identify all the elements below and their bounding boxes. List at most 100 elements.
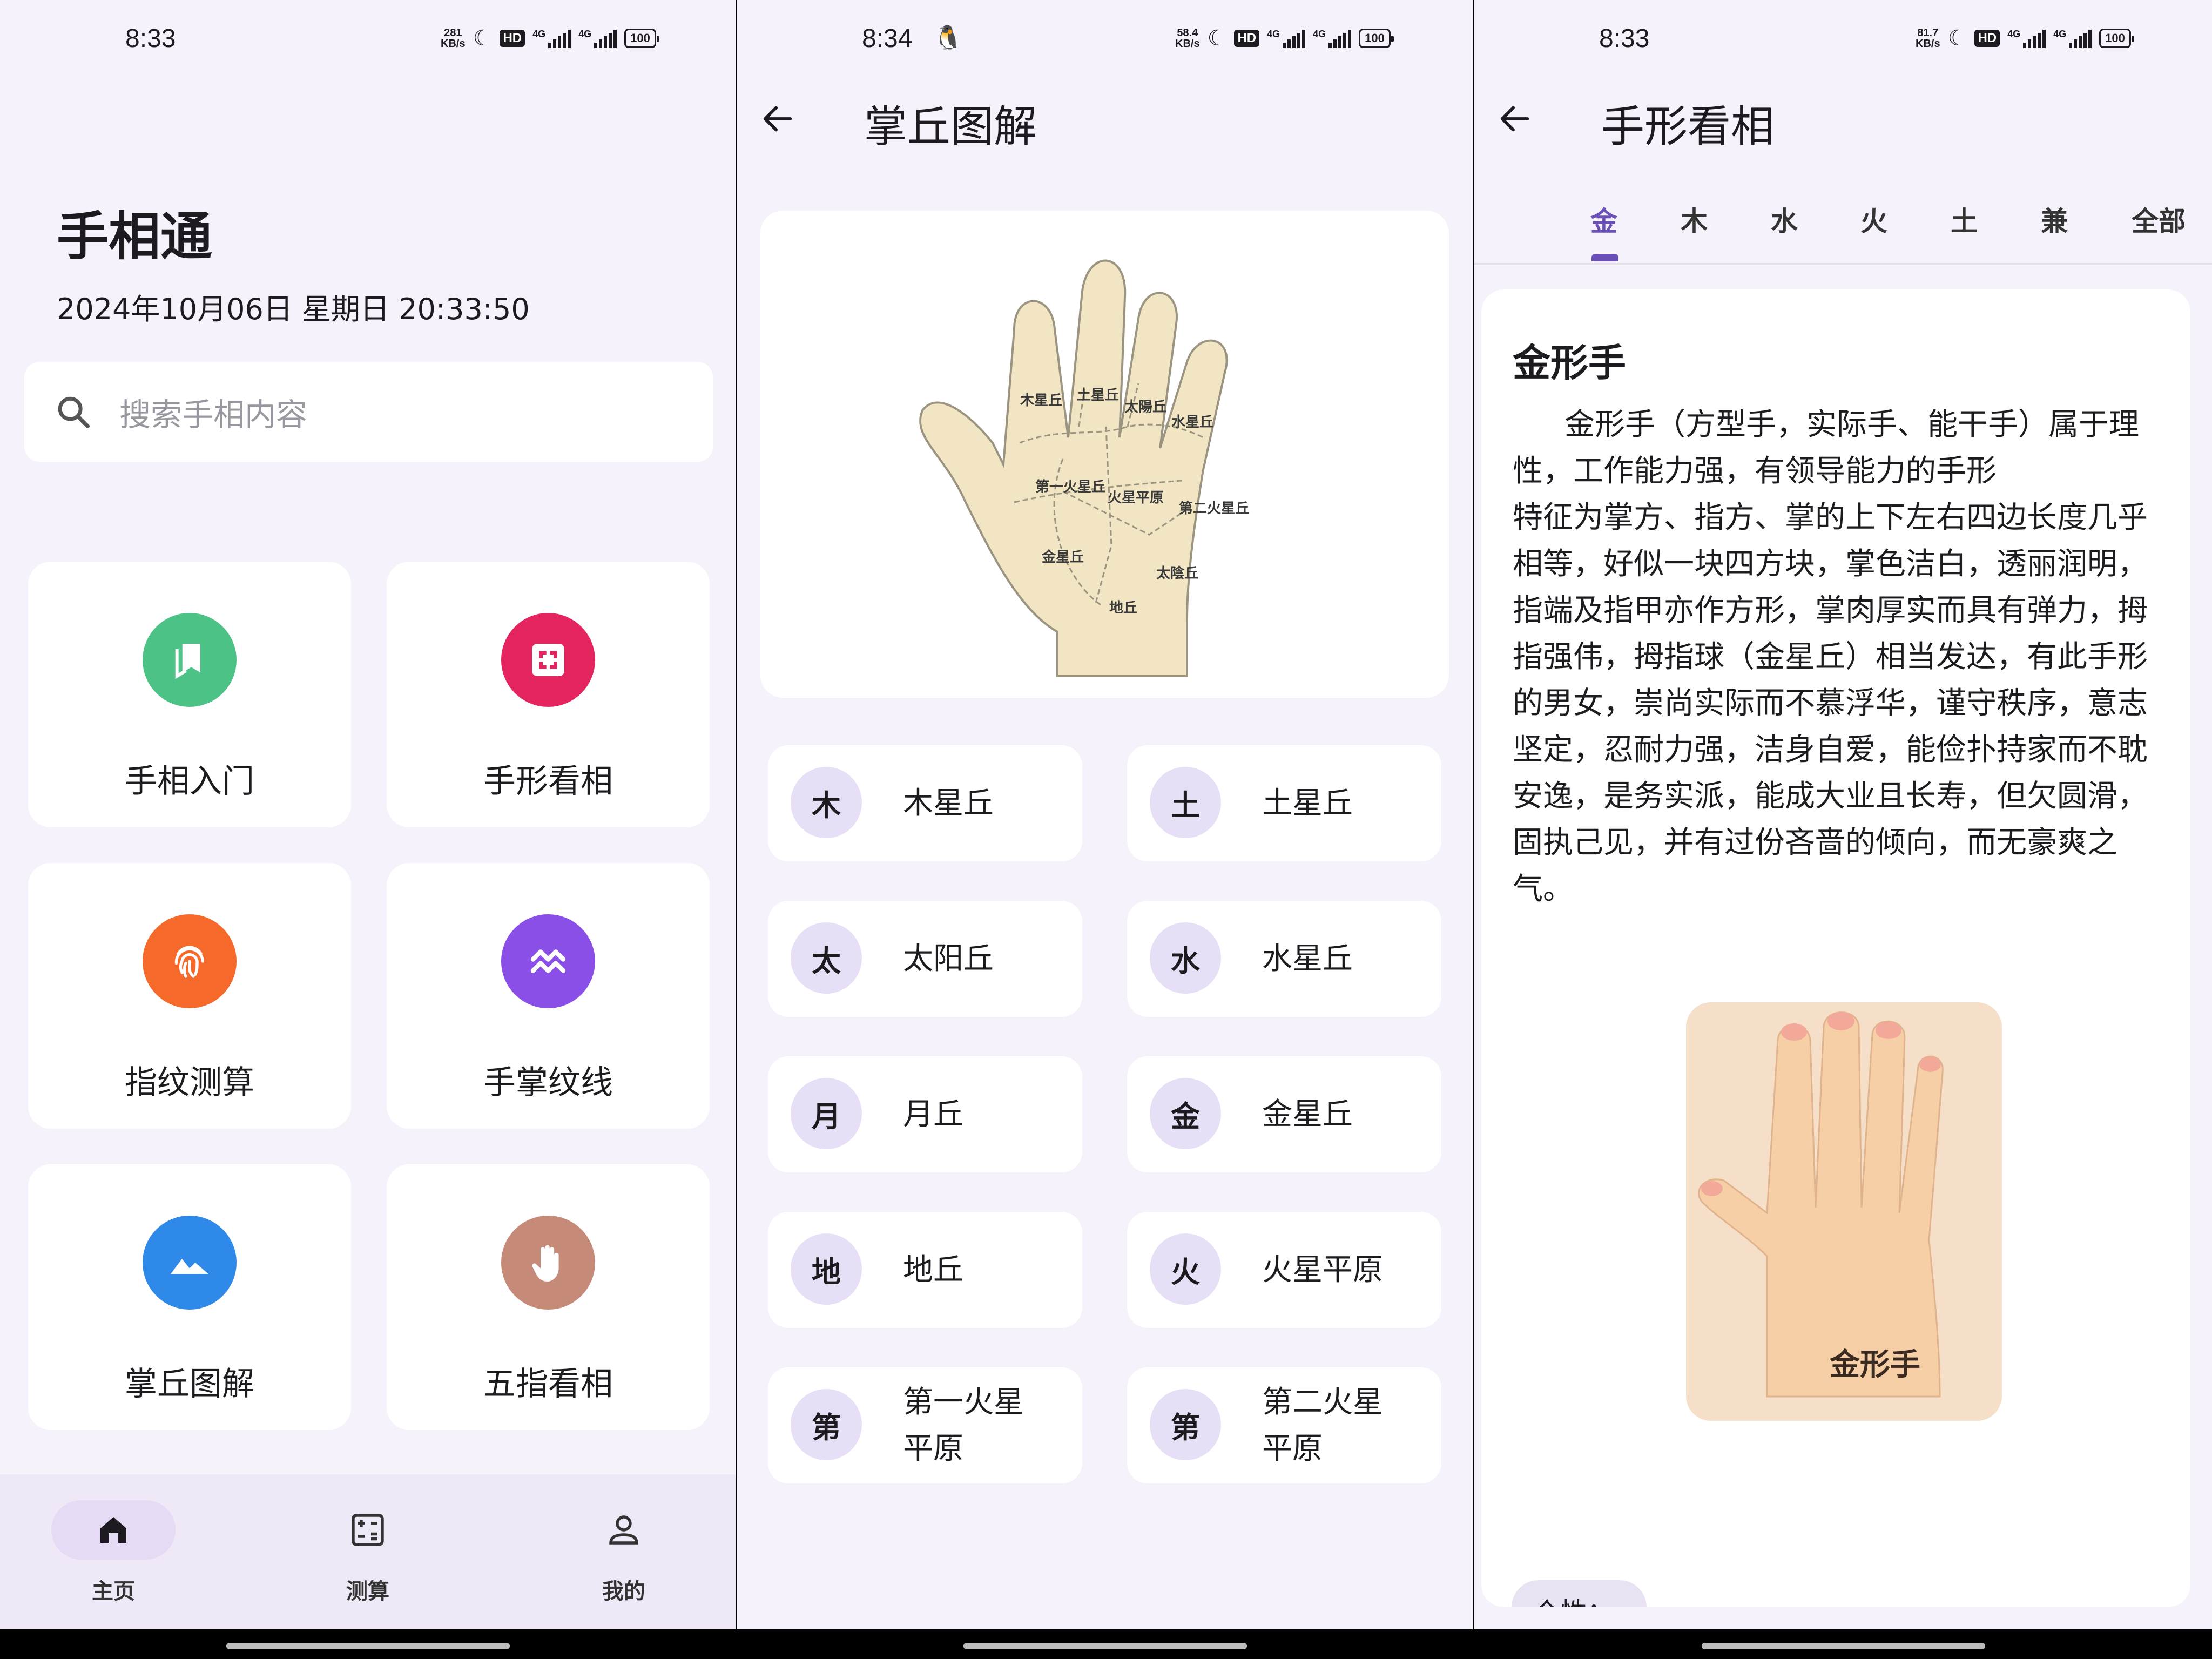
moon-icon: ☾ <box>1947 26 1967 50</box>
tab-water[interactable]: 水 <box>1771 200 1798 239</box>
card-five-fingers[interactable]: 五指看相 <box>387 1164 710 1430</box>
moon-icon: ☾ <box>1207 26 1227 50</box>
status-icons: 58.4 KB/s ☾ HD 4G 4G 100 <box>1175 26 1394 51</box>
mount-name: 第一火星平原 <box>903 1384 1024 1466</box>
trait-chip: 个性： <box>1512 1580 1647 1607</box>
card-hand-shape[interactable]: 手形看相 <box>387 562 710 827</box>
mount-item-jupiter[interactable]: 木 木星丘 <box>768 745 1082 861</box>
mount-item-second-mars-plain[interactable]: 第第二火星平原 <box>1127 1367 1441 1483</box>
diagram-label: 太陽丘 <box>1124 399 1166 415</box>
zigzag-icon <box>530 949 566 973</box>
mount-avatar: 土 <box>1150 767 1221 838</box>
tab-mixed[interactable]: 兼 <box>2041 200 2068 239</box>
home-indicator[interactable] <box>1701 1643 1985 1649</box>
search-icon <box>58 396 90 428</box>
mount-avatar: 木 <box>791 767 862 838</box>
tab-wood[interactable]: 木 <box>1681 200 1708 239</box>
mount-avatar: 火 <box>1150 1233 1221 1305</box>
article-paragraph: 金形手（方型手，实际手、能干手）属于理性，工作能力强，有领导能力的手形 <box>1513 407 2139 489</box>
nav-pill <box>306 1500 430 1560</box>
diagram-label: 木星丘 <box>1020 393 1062 409</box>
gesture-bar <box>1474 1629 2212 1659</box>
card-palm-lines[interactable]: 手掌纹线 <box>387 863 710 1129</box>
tab-all[interactable]: 全部 <box>2132 200 2186 239</box>
diagram-label: 第一火星丘 <box>1035 478 1105 495</box>
diagram-label: 地丘 <box>1109 600 1137 616</box>
card-mount-diagram[interactable]: 掌丘图解 <box>28 1164 351 1430</box>
back-button[interactable] <box>756 97 799 140</box>
nav-home[interactable]: 主页 <box>49 1500 178 1608</box>
mount-item-first-mars-plain[interactable]: 第第一火星平原 <box>768 1367 1082 1483</box>
page-title: 手形看相 <box>1601 102 1774 152</box>
network-speed: 58.4 KB/s <box>1175 27 1200 50</box>
mount-avatar: 地 <box>791 1233 862 1305</box>
fingerprint-icon <box>174 946 205 978</box>
article-card: 金形手 金形手（方型手，实际手、能干手）属于理性，工作能力强，有领导能力的手形 … <box>1481 289 2190 1607</box>
tab-metal[interactable]: 金 <box>1590 200 1617 239</box>
home-indicator[interactable] <box>226 1643 510 1649</box>
nav-calculate[interactable]: 测算 <box>303 1500 433 1608</box>
card-icon-circle <box>143 914 237 1008</box>
gesture-bar <box>737 1629 1473 1659</box>
card-palm-intro[interactable]: 手相入门 <box>28 562 351 827</box>
signal-icon: 4G <box>1267 29 1306 48</box>
mount-name: 月丘 <box>903 1096 963 1132</box>
diagram-label: 土星丘 <box>1077 387 1119 403</box>
home-indicator[interactable] <box>963 1643 1247 1649</box>
hd-icon: HD <box>1234 30 1260 47</box>
back-button[interactable] <box>1493 97 1536 140</box>
mount-item-venus[interactable]: 金 金星丘 <box>1127 1056 1441 1172</box>
signal-icon: 4G <box>532 29 571 48</box>
mount-item-mars-plain[interactable]: 火 火星平原 <box>1127 1212 1441 1328</box>
app-bar: 掌丘图解 <box>737 86 1473 152</box>
gesture-bar <box>0 1629 736 1659</box>
fullscreen-icon <box>532 644 564 676</box>
mount-item-sun[interactable]: 太 太阳丘 <box>768 901 1082 1017</box>
app-title: 手相通 <box>57 206 212 267</box>
bottom-navigation: 主页 测算 我的 <box>0 1474 736 1629</box>
tab-fire[interactable]: 火 <box>1860 200 1887 239</box>
mount-item-moon[interactable]: 月 月丘 <box>768 1056 1082 1172</box>
image-caption: 金形手 <box>1829 1347 1920 1382</box>
page-title: 掌丘图解 <box>864 102 1037 152</box>
battery-icon: 100 <box>624 29 659 48</box>
mount-item-saturn[interactable]: 土 土星丘 <box>1127 745 1441 861</box>
tab-indicator <box>1591 254 1618 261</box>
card-icon-circle <box>501 1216 595 1310</box>
battery-icon: 100 <box>1359 29 1394 48</box>
bookmark-icon <box>175 644 200 679</box>
article-heading: 金形手 <box>1513 341 1626 385</box>
mount-name: 火星平原 <box>1262 1252 1383 1287</box>
status-bar: 8:33 81.7 KB/s ☾ HD 4G 4G 100 <box>1474 0 2212 81</box>
mount-avatar: 月 <box>791 1078 862 1149</box>
arrow-back-icon <box>763 106 792 132</box>
nav-profile[interactable]: 我的 <box>559 1500 689 1608</box>
network-speed: 81.7 KB/s <box>1916 27 1940 50</box>
app-bar: 手形看相 <box>1474 86 2212 152</box>
nav-label: 我的 <box>602 1579 645 1604</box>
hand-icon <box>532 1245 559 1282</box>
mount-name: 太阳丘 <box>903 941 994 976</box>
article-paragraph: 特征为掌方、指方、掌的上下左右四边长度几乎相等，好似一块四方块，掌色洁白，透丽润… <box>1513 500 2148 907</box>
search-input[interactable]: 搜索手相内容 <box>24 362 713 462</box>
card-icon-circle <box>501 914 595 1008</box>
status-bar: 8:33 281 KB/s ☾ HD 4G 4G 100 <box>0 0 736 81</box>
card-fingerprint[interactable]: 指纹测算 <box>28 863 351 1129</box>
diagram-label: 火星平原 <box>1108 490 1164 506</box>
signal-icon: 4G <box>2053 29 2092 48</box>
mount-item-earth[interactable]: 地 地丘 <box>768 1212 1082 1328</box>
search-placeholder: 搜索手相内容 <box>119 396 308 433</box>
tab-earth[interactable]: 土 <box>1951 200 1978 239</box>
network-speed: 281 KB/s <box>441 27 466 50</box>
mount-name: 地丘 <box>903 1252 963 1287</box>
status-bar: 8:34 🐧 58.4 KB/s ☾ HD 4G 4G 100 <box>737 0 1473 81</box>
mount-avatar: 太 <box>791 922 862 994</box>
mount-diagram-screen: 8:34 🐧 58.4 KB/s ☾ HD 4G 4G 100 掌丘图解 木星丘… <box>737 0 1473 1659</box>
card-label: 五指看相 <box>483 1365 613 1403</box>
status-time: 8:33 <box>1599 24 1650 53</box>
card-label: 手形看相 <box>483 763 613 800</box>
mount-item-mercury[interactable]: 水 水星丘 <box>1127 901 1441 1017</box>
diagram-label: 第二火星丘 <box>1179 500 1249 517</box>
mount-name: 水星丘 <box>1262 941 1353 976</box>
mountain-icon <box>171 1259 208 1274</box>
